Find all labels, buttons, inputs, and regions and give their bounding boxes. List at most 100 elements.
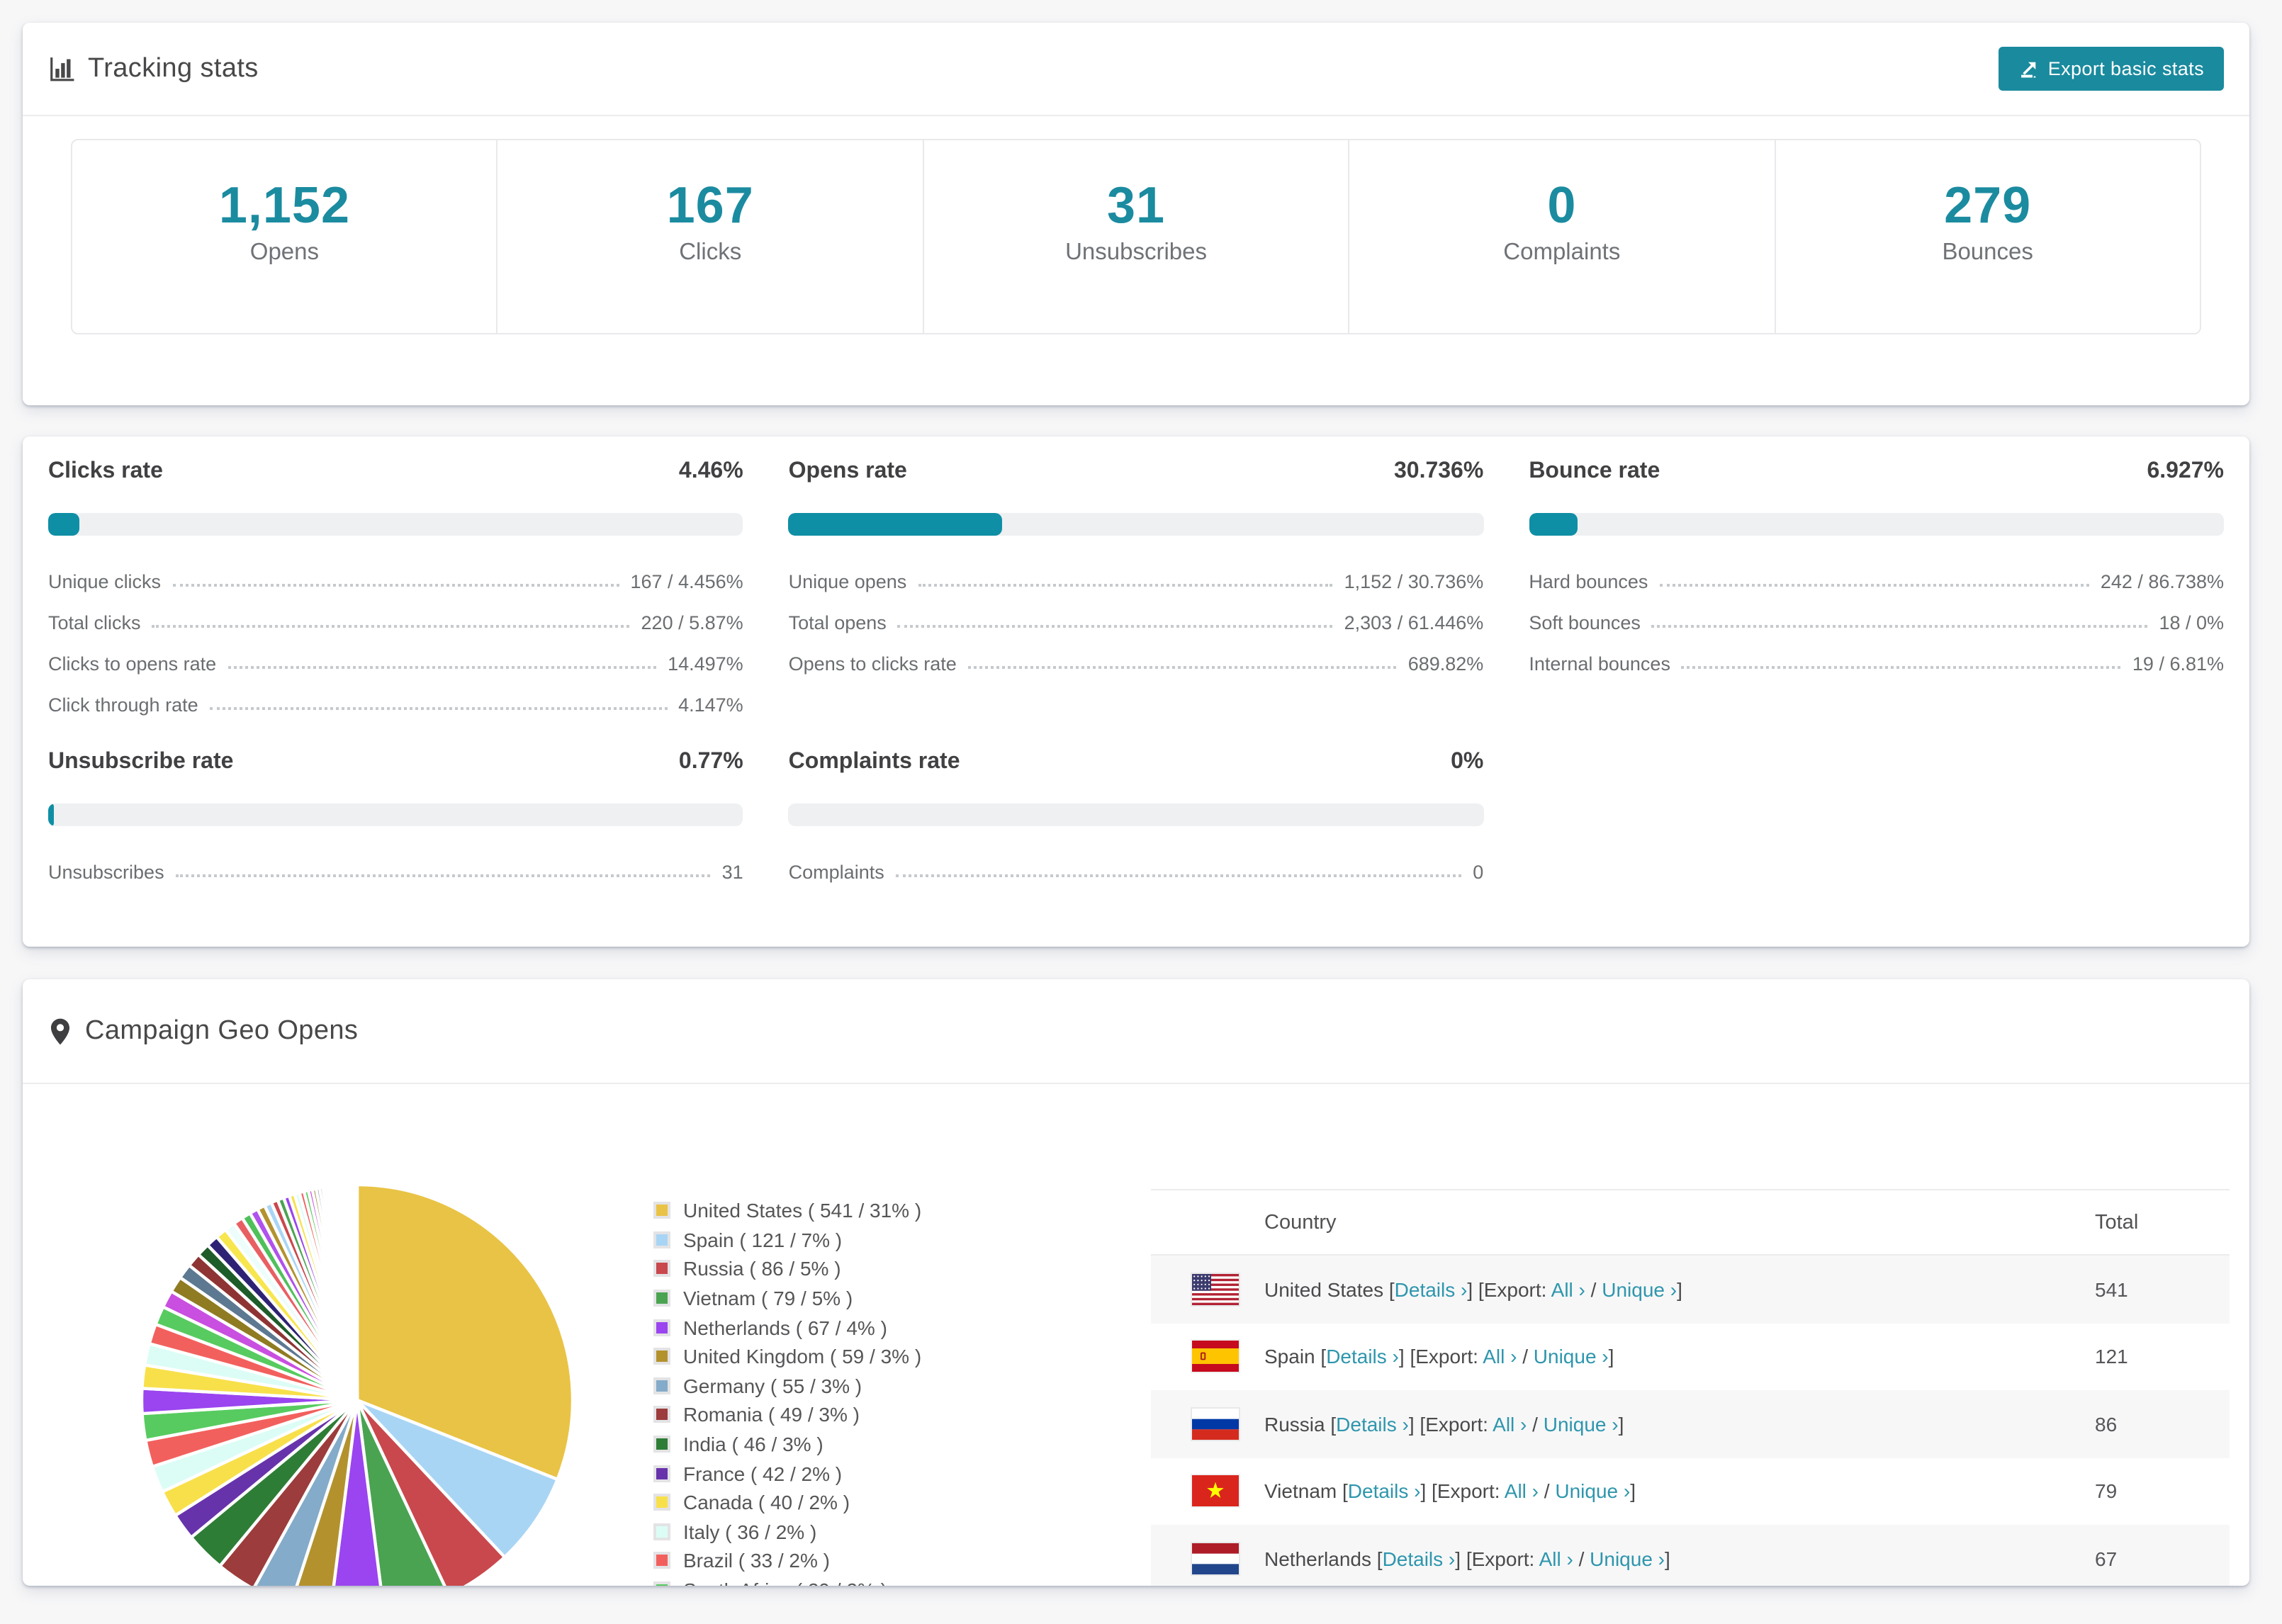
- legend-label: Russia ( 86 / 5% ): [683, 1257, 841, 1280]
- stat-value: 31: [1106, 176, 1166, 234]
- export-unique-link[interactable]: Unique ›: [1555, 1480, 1630, 1503]
- legend-swatch: [653, 1523, 670, 1540]
- dotted-leader: [897, 625, 1333, 628]
- legend-item-netherlands[interactable]: Netherlands ( 67 / 4% ): [653, 1313, 921, 1342]
- column-header-country: Country: [1264, 1211, 1337, 1234]
- total-cell: 86: [2095, 1412, 2118, 1436]
- stat-cell-bounces: 279 Bounces: [1774, 140, 2200, 333]
- rate-progress-fill: [1529, 513, 1578, 536]
- export-all-link[interactable]: All ›: [1551, 1278, 1585, 1301]
- legend-item-brazil[interactable]: Brazil ( 33 / 2% ): [653, 1546, 921, 1575]
- details-link[interactable]: Details ›: [1348, 1480, 1421, 1503]
- rate-value: 6.927%: [2147, 459, 2224, 483]
- rate-block-clicks-rate: Clicks rate 4.46% Unique clicks 167 / 4.456…: [48, 459, 743, 726]
- geo-table-row-spain: Spain [Details ›] [Export: All › / Uniqu…: [1151, 1323, 2230, 1390]
- legend-item-france[interactable]: France ( 42 / 2% ): [653, 1459, 921, 1488]
- geo-pie-chart: [140, 1183, 575, 1586]
- rate-row-opens-to-clicks-rate: Opens to clicks rate 689.82%: [788, 653, 1484, 675]
- export-all-link[interactable]: All ›: [1539, 1547, 1573, 1570]
- geo-pie-legend: United States ( 541 / 31% ) Spain ( 121 /…: [653, 1196, 921, 1586]
- rates-grid: Clicks rate 4.46% Unique clicks 167 / 4.456…: [23, 436, 2249, 915]
- rate-title: Bounce rate: [1529, 459, 1660, 483]
- legend-item-canada[interactable]: Canada ( 40 / 2% ): [653, 1488, 921, 1517]
- stat-value: 167: [666, 176, 754, 234]
- country-cell: Netherlands [Details ›] [Export: All › /…: [1264, 1547, 1670, 1570]
- legend-item-india[interactable]: India ( 46 / 3% ): [653, 1430, 921, 1459]
- details-link[interactable]: Details ›: [1336, 1413, 1409, 1436]
- legend-label: Canada ( 40 / 2% ): [683, 1491, 850, 1514]
- export-all-link[interactable]: All ›: [1493, 1413, 1527, 1436]
- stat-label: Clicks: [679, 239, 742, 265]
- details-link[interactable]: Details ›: [1395, 1278, 1468, 1301]
- geo-title: Campaign Geo Opens: [85, 1015, 359, 1045]
- stat-value: 279: [1944, 176, 2032, 234]
- dotted-leader: [895, 874, 1462, 877]
- dotted-leader: [152, 625, 630, 628]
- details-link[interactable]: Details ›: [1326, 1346, 1399, 1368]
- stat-cell-opens: 1,152 Opens: [72, 140, 497, 333]
- total-cell: 121: [2095, 1345, 2128, 1368]
- rate-row-complaints: Complaints 0: [788, 862, 1484, 883]
- export-all-link[interactable]: All ›: [1483, 1346, 1517, 1368]
- rate-value: 30.736%: [1393, 459, 1484, 483]
- legend-item-united-kingdom[interactable]: United Kingdom ( 59 / 3% ): [653, 1342, 921, 1371]
- details-link[interactable]: Details ›: [1383, 1547, 1456, 1570]
- tracking-stats-header: Tracking stats Export basic stats: [23, 23, 2249, 116]
- legend-label: Netherlands ( 67 / 4% ): [683, 1316, 887, 1339]
- legend-label: Vietnam ( 79 / 5% ): [683, 1287, 853, 1310]
- legend-item-russia[interactable]: Russia ( 86 / 5% ): [653, 1254, 921, 1283]
- rate-row-total-opens: Total opens 2,303 / 61.446%: [788, 612, 1484, 633]
- legend-item-germany[interactable]: Germany ( 55 / 3% ): [653, 1371, 921, 1400]
- legend-item-romania[interactable]: Romania ( 49 / 3% ): [653, 1400, 921, 1429]
- dotted-leader: [1659, 584, 2089, 587]
- legend-swatch: [653, 1552, 670, 1569]
- geo-table-row-russia: Russia [Details ›] [Export: All › / Uniq…: [1151, 1390, 2230, 1457]
- legend-swatch: [653, 1581, 670, 1586]
- export-all-link[interactable]: All ›: [1505, 1480, 1539, 1503]
- export-basic-stats-button[interactable]: Export basic stats: [1998, 47, 2224, 91]
- rate-row-unique-opens: Unique opens 1,152 / 30.736%: [788, 571, 1484, 592]
- legend-item-italy[interactable]: Italy ( 36 / 2% ): [653, 1517, 921, 1546]
- legend-label: United Kingdom ( 59 / 3% ): [683, 1345, 922, 1368]
- geo-table-row-united-states: United States [Details ›] [Export: All ›…: [1151, 1256, 2230, 1323]
- page-title: Tracking stats: [88, 53, 259, 83]
- geo-header: Campaign Geo Opens: [23, 979, 2249, 1084]
- rate-row-unsubscribes: Unsubscribes 31: [48, 862, 743, 883]
- rate-row-clicks-to-opens-rate: Clicks to opens rate 14.497%: [48, 653, 743, 675]
- rate-block-bounce-rate: Bounce rate 6.927% Hard bounces 242 / 86.73…: [1529, 459, 2224, 726]
- legend-item-south-africa[interactable]: South Africa ( 29 / 2% ): [653, 1575, 921, 1586]
- dotted-leader: [175, 874, 711, 877]
- legend-label: United States ( 541 / 31% ): [683, 1199, 922, 1222]
- stat-value: 1,152: [218, 176, 350, 234]
- export-unique-link[interactable]: Unique ›: [1534, 1346, 1609, 1368]
- dotted-leader: [227, 666, 657, 669]
- stat-label: Bounces: [1942, 239, 2033, 265]
- legend-item-united-states[interactable]: United States ( 541 / 31% ): [653, 1196, 921, 1225]
- export-unique-link[interactable]: Unique ›: [1544, 1413, 1619, 1436]
- rate-title: Complaints rate: [788, 750, 960, 774]
- export-unique-link[interactable]: Unique ›: [1602, 1278, 1677, 1301]
- geo-table-row-netherlands: Netherlands [Details ›] [Export: All › /…: [1151, 1525, 2230, 1586]
- geo-country-table: Country Total United States [Details ›] …: [1151, 1189, 2230, 1586]
- geo-table-row-vietnam: Vietnam [Details ›] [Export: All › / Uni…: [1151, 1457, 2230, 1525]
- legend-label: France ( 42 / 2% ): [683, 1462, 843, 1485]
- rate-progress-fill: [48, 803, 54, 826]
- rate-progress-track: [788, 803, 1484, 826]
- rate-row-unique-clicks: Unique clicks 167 / 4.456%: [48, 571, 743, 592]
- country-cell: Russia [Details ›] [Export: All › / Uniq…: [1264, 1412, 1624, 1436]
- export-unique-link[interactable]: Unique ›: [1590, 1547, 1665, 1570]
- legend-label: Spain ( 121 / 7% ): [683, 1228, 843, 1251]
- rate-progress-fill: [48, 513, 79, 536]
- pie-slice: [354, 1183, 359, 1401]
- rate-block-unsubscribe-rate: Unsubscribe rate 0.77% Unsubscribes 31: [48, 750, 743, 893]
- legend-label: Germany ( 55 / 3% ): [683, 1374, 862, 1397]
- legend-item-vietnam[interactable]: Vietnam ( 79 / 5% ): [653, 1284, 921, 1313]
- flag-icon-ru: [1192, 1408, 1239, 1440]
- legend-label: Italy ( 36 / 2% ): [683, 1520, 817, 1543]
- total-cell: 541: [2095, 1278, 2128, 1301]
- rate-progress-track: [48, 803, 743, 826]
- rate-row-soft-bounces: Soft bounces 18 / 0%: [1529, 612, 2224, 633]
- flag-icon-es: [1192, 1341, 1239, 1372]
- legend-swatch: [653, 1260, 670, 1278]
- legend-item-spain[interactable]: Spain ( 121 / 7% ): [653, 1225, 921, 1254]
